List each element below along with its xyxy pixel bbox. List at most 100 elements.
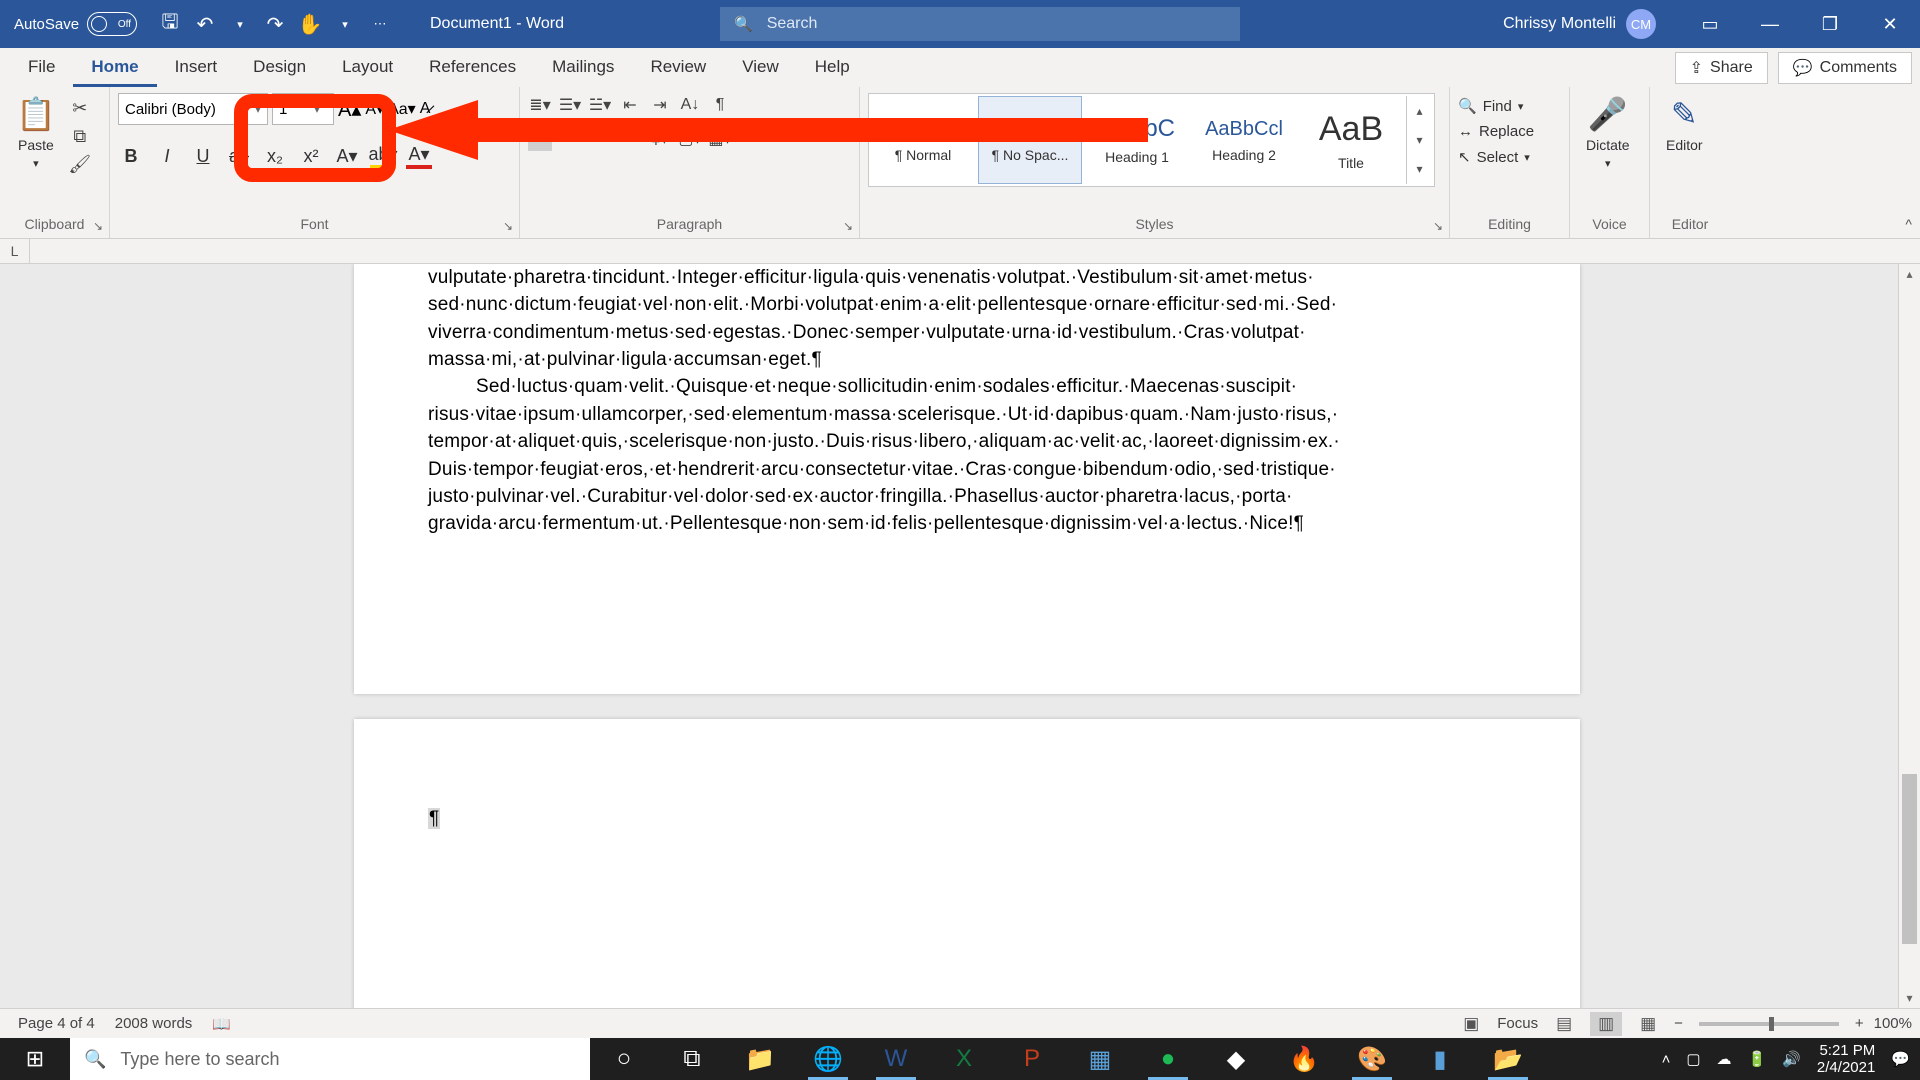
web-layout-icon[interactable]: ▦ bbox=[1632, 1012, 1664, 1036]
file-explorer-icon[interactable]: 📁 bbox=[726, 1038, 794, 1080]
style-no-spacing[interactable]: AaBbCcDc¶ No Spac... bbox=[978, 96, 1082, 184]
autosave-control[interactable]: AutoSave Off bbox=[0, 12, 151, 36]
tray-chevron-icon[interactable]: ˄ bbox=[1662, 1051, 1671, 1068]
tab-references[interactable]: References bbox=[411, 48, 534, 87]
font-color-button[interactable]: A▾ bbox=[406, 143, 432, 169]
paragraph-dialog-icon[interactable]: ↘ bbox=[843, 219, 853, 233]
ribbon-display-icon[interactable]: ▭ bbox=[1680, 0, 1740, 48]
comments-button[interactable]: 💬Comments bbox=[1778, 52, 1912, 84]
touch-mode-icon[interactable]: ✋ bbox=[299, 13, 321, 35]
app-icon-1[interactable]: ◆ bbox=[1202, 1038, 1270, 1080]
tab-mailings[interactable]: Mailings bbox=[534, 48, 632, 87]
styles-gallery-more[interactable]: ▴▾▾ bbox=[1406, 96, 1432, 184]
change-case-icon[interactable]: Aa▾ bbox=[388, 99, 416, 119]
spelling-icon[interactable]: 📖 bbox=[202, 1015, 241, 1033]
undo-more-icon[interactable]: ▾ bbox=[229, 13, 251, 35]
app-icon-2[interactable]: 🔥 bbox=[1270, 1038, 1338, 1080]
align-right-icon[interactable]: ≡ bbox=[588, 127, 612, 151]
select-button[interactable]: ↖Select▾ bbox=[1458, 148, 1534, 166]
task-view-icon[interactable]: ⧉ bbox=[658, 1038, 726, 1080]
focus-label[interactable]: Focus bbox=[1497, 1015, 1538, 1032]
word-count[interactable]: 2008 words bbox=[105, 1015, 203, 1032]
scroll-up-icon[interactable]: ▴ bbox=[1899, 264, 1920, 284]
undo-icon[interactable]: ↶ bbox=[194, 13, 216, 35]
read-mode-icon[interactable]: ▤ bbox=[1548, 1012, 1580, 1036]
scroll-down-icon[interactable]: ▾ bbox=[1899, 988, 1920, 1008]
font-size-input[interactable] bbox=[279, 101, 309, 118]
calculator-icon[interactable]: ▦ bbox=[1066, 1038, 1134, 1080]
save-icon[interactable]: 🖫 bbox=[159, 13, 181, 35]
bullets-icon[interactable]: ≣▾ bbox=[528, 93, 552, 117]
page-5[interactable]: ¶ bbox=[354, 719, 1580, 1038]
style-heading-2[interactable]: AaBbCclHeading 2 bbox=[1192, 96, 1296, 184]
maximize-icon[interactable]: ❐ bbox=[1800, 0, 1860, 48]
borders-icon[interactable]: ▦▾ bbox=[708, 127, 732, 151]
justify-icon[interactable]: ≡ bbox=[618, 127, 642, 151]
account-avatar[interactable]: CM bbox=[1626, 9, 1656, 39]
chevron-down-icon[interactable]: ▾ bbox=[1407, 125, 1432, 154]
chevron-up-icon[interactable]: ▴ bbox=[1407, 96, 1432, 125]
chevron-down-icon[interactable]: ▾ bbox=[250, 102, 261, 116]
page-count[interactable]: Page 4 of 4 bbox=[8, 1015, 105, 1032]
cortana-icon[interactable]: ○ bbox=[590, 1038, 658, 1080]
chevron-down-icon[interactable]: ▾ bbox=[309, 102, 320, 116]
shrink-font-icon[interactable]: A▾ bbox=[365, 99, 384, 119]
numbering-icon[interactable]: ☰▾ bbox=[558, 93, 582, 117]
empty-paragraph[interactable]: ¶ bbox=[428, 805, 1506, 832]
tray-onedrive-icon[interactable]: ☁ bbox=[1717, 1050, 1732, 1068]
spotify-icon[interactable]: ● bbox=[1134, 1038, 1202, 1080]
find-button[interactable]: 🔍Find▾ bbox=[1458, 97, 1534, 115]
italic-button[interactable]: I bbox=[154, 143, 180, 169]
tab-design[interactable]: Design bbox=[235, 48, 324, 87]
tab-selector[interactable]: L bbox=[0, 239, 30, 263]
share-button[interactable]: ⇪Share bbox=[1675, 52, 1768, 84]
increase-indent-icon[interactable]: ⇥ bbox=[648, 93, 672, 117]
style-heading-1[interactable]: AaBbCHeading 1 bbox=[1085, 96, 1189, 184]
qat-customize-icon[interactable]: ⋯ bbox=[369, 13, 391, 35]
tray-battery-icon[interactable]: 🔋 bbox=[1748, 1050, 1767, 1068]
paint-icon[interactable]: 🎨 bbox=[1338, 1038, 1406, 1080]
qat-more-icon[interactable]: ▾ bbox=[334, 13, 356, 35]
font-name-input[interactable] bbox=[125, 101, 250, 118]
document-area[interactable]: vulputate·pharetra·tincidunt.·Integer·ef… bbox=[0, 264, 1920, 1038]
styles-expand-icon[interactable]: ▾ bbox=[1407, 155, 1432, 184]
close-icon[interactable]: ✕ bbox=[1860, 0, 1920, 48]
highlight-button[interactable]: ab▾ bbox=[370, 143, 396, 169]
focus-mode-button[interactable]: ▣ bbox=[1455, 1012, 1487, 1036]
windows-search[interactable]: 🔍Type here to search bbox=[70, 1038, 590, 1080]
search-input[interactable] bbox=[767, 15, 1226, 33]
style-title[interactable]: AaBTitle bbox=[1299, 96, 1403, 184]
format-painter-icon[interactable]: 🖌 bbox=[68, 153, 92, 175]
shading-icon[interactable]: ▢▾ bbox=[678, 127, 702, 151]
tray-volume-icon[interactable]: 🔊 bbox=[1782, 1050, 1801, 1068]
bold-button[interactable]: B bbox=[118, 143, 144, 169]
grow-font-icon[interactable]: A▴ bbox=[338, 97, 361, 122]
tab-review[interactable]: Review bbox=[632, 48, 724, 87]
dictate-button[interactable]: 🎤Dictate▾ bbox=[1578, 93, 1638, 172]
clock[interactable]: 5:21 PM2/4/2021 bbox=[1817, 1042, 1875, 1077]
text-effects-icon[interactable]: A▾ bbox=[334, 143, 360, 169]
decrease-indent-icon[interactable]: ⇤ bbox=[618, 93, 642, 117]
font-dialog-icon[interactable]: ↘ bbox=[503, 219, 513, 233]
tab-insert[interactable]: Insert bbox=[157, 48, 236, 87]
tray-meet-icon[interactable]: ▢ bbox=[1686, 1050, 1700, 1068]
tab-help[interactable]: Help bbox=[797, 48, 868, 87]
page-4[interactable]: vulputate·pharetra·tincidunt.·Integer·ef… bbox=[354, 264, 1580, 694]
folder-icon[interactable]: 📂 bbox=[1474, 1038, 1542, 1080]
styles-gallery[interactable]: AaBbCcDc¶ Normal AaBbCcDc¶ No Spac... Aa… bbox=[868, 93, 1435, 187]
zoom-out-icon[interactable]: − bbox=[1674, 1015, 1683, 1032]
excel-icon[interactable]: X bbox=[930, 1038, 998, 1080]
cut-icon[interactable]: ✂ bbox=[68, 97, 92, 119]
copy-icon[interactable]: ⧉ bbox=[68, 125, 92, 147]
multilevel-icon[interactable]: ☱▾ bbox=[588, 93, 612, 117]
app-icon-3[interactable]: ▮ bbox=[1406, 1038, 1474, 1080]
superscript-button[interactable]: x² bbox=[298, 143, 324, 169]
redo-icon[interactable]: ↷ bbox=[264, 13, 286, 35]
style-normal[interactable]: AaBbCcDc¶ Normal bbox=[871, 96, 975, 184]
styles-dialog-icon[interactable]: ↘ bbox=[1433, 219, 1443, 233]
body-text[interactable]: vulputate·pharetra·tincidunt.·Integer·ef… bbox=[428, 264, 1506, 538]
zoom-slider[interactable] bbox=[1699, 1022, 1839, 1026]
start-button[interactable]: ⊞ bbox=[0, 1038, 70, 1080]
font-name-combo[interactable]: ▾ bbox=[118, 93, 268, 125]
powerpoint-icon[interactable]: P bbox=[998, 1038, 1066, 1080]
